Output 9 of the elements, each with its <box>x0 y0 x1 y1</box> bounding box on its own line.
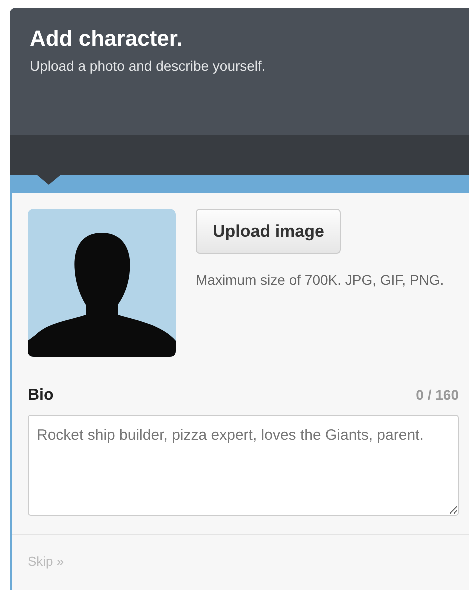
avatar-silhouette-icon <box>28 209 176 357</box>
pointer-icon <box>37 175 61 185</box>
dialog-subtitle: Upload a photo and describe yourself. <box>30 58 267 74</box>
character-counter: 0 / 160 <box>416 387 459 403</box>
dialog-title: Add character. <box>30 26 184 52</box>
upload-hint: Maximum size of 700K. JPG, GIF, PNG. <box>196 271 446 290</box>
bio-field[interactable]: Rocket ship builder, pizza expert, loves the Giants, parent. <box>28 415 459 516</box>
bio-label: Bio <box>28 387 54 405</box>
upload-image-button[interactable]: Upload image <box>196 209 342 254</box>
